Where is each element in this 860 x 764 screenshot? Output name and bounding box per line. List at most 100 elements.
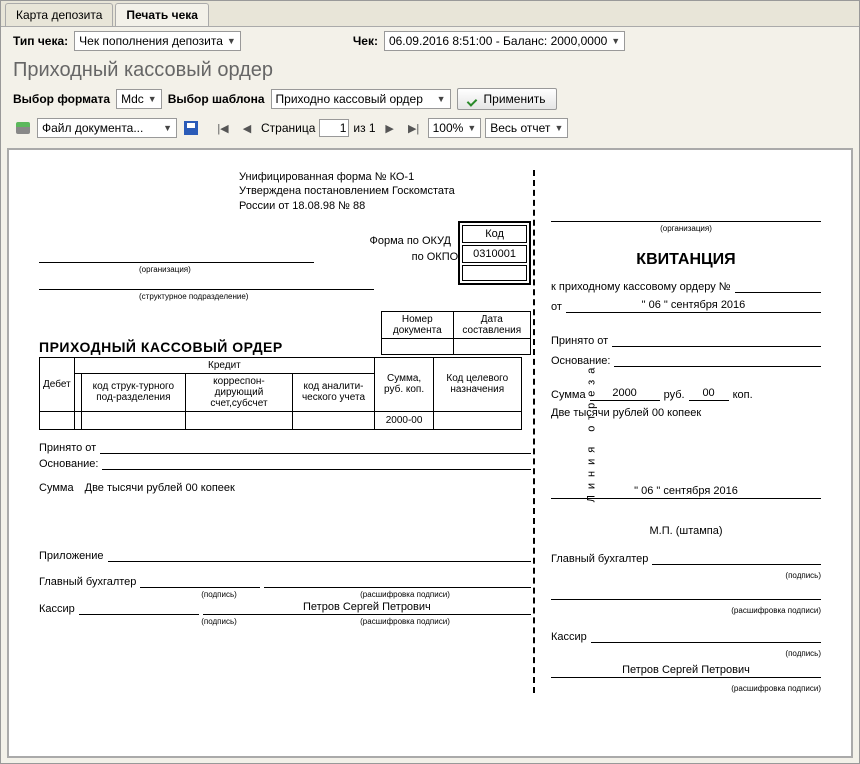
print-button[interactable] [13, 118, 33, 138]
document-preview[interactable]: Унифицированная форма № КО-1 Утверждена … [7, 148, 853, 758]
basis-label: Основание: [39, 458, 98, 470]
sum-words: Две тысячи рублей 00 копеек [85, 482, 235, 494]
num-doc-header: Номер документа [382, 311, 454, 338]
attachment-label: Приложение [39, 550, 104, 562]
report-scope-select[interactable]: Весь отчет ▼ [485, 118, 568, 138]
page-of-label: из 1 [353, 121, 375, 135]
sig-decode-caption: (расшифровка подписи) [279, 590, 531, 599]
template-label: Выбор шаблона [168, 92, 265, 106]
r-signature: (подпись) [551, 571, 821, 580]
col-credit: Кредит [74, 357, 374, 373]
next-page-button[interactable]: ▶ [380, 118, 400, 138]
kod-header: Код [462, 225, 527, 243]
check-value: 06.09.2016 8:51:00 - Баланс: 2000,0000 [389, 34, 607, 48]
format-select[interactable]: Mdc ▼ [116, 89, 162, 109]
format-row: Выбор формата Mdc ▼ Выбор шаблона Приход… [1, 84, 859, 114]
date-created-header: Дата составления [453, 311, 530, 338]
tab-deposit-card[interactable]: Карта депозита [5, 3, 113, 26]
r-stamp: М.П. (штампа) [551, 525, 821, 537]
template-select[interactable]: Приходно кассовый ордер ▼ [271, 89, 451, 109]
format-value: Mdc [121, 92, 144, 106]
organization-line [39, 249, 314, 263]
zoom-value: 100% [433, 121, 464, 135]
r-cashier-name: Петров Сергей Петрович [551, 664, 821, 678]
last-page-button[interactable]: ▶| [404, 118, 424, 138]
po-okpo-label: по ОКПО [318, 251, 458, 263]
r-organization-caption: (организация) [551, 224, 821, 233]
chief-acc-label: Главный бухгалтер [39, 576, 136, 588]
chevron-down-icon: ▼ [554, 123, 563, 133]
r-sig-decode: (расшифровка подписи) [551, 606, 821, 615]
signature-caption: (подпись) [159, 590, 279, 599]
receipt-title: КВИТАНЦИЯ [551, 251, 821, 269]
check-select[interactable]: 06.09.2016 8:51:00 - Баланс: 2000,0000 ▼ [384, 31, 625, 51]
check-type-value: Чек пополнения депозита [79, 34, 223, 48]
cashier-label: Кассир [39, 603, 75, 615]
apply-button[interactable]: Применить [457, 88, 557, 110]
signature-caption2: (подпись) [159, 617, 279, 626]
r-basis: Основание: [551, 355, 610, 367]
col-purpose: Код целевого назначения [434, 357, 521, 411]
col-code-struct: код струк-турного под-разделения [81, 373, 185, 411]
order-form: Унифицированная форма № КО-1 Утверждена … [39, 170, 531, 693]
chevron-down-icon: ▼ [467, 123, 476, 133]
r-kop: коп. [733, 389, 753, 401]
chevron-down-icon: ▼ [611, 36, 620, 46]
sum-label: Сумма [39, 482, 74, 494]
kod-table: Код 0310001 [458, 221, 531, 285]
report-scope-value: Весь отчет [490, 121, 550, 135]
check-type-select[interactable]: Чек пополнения депозита ▼ [74, 31, 241, 51]
save-button[interactable] [181, 118, 201, 138]
col-debit: Дебет [40, 357, 75, 411]
r-cashier: Кассир [551, 631, 587, 643]
document-content: Унифицированная форма № КО-1 Утверждена … [39, 170, 821, 693]
prev-page-button[interactable]: ◀ [237, 118, 257, 138]
check-label: Чек: [353, 34, 378, 48]
sig-decode-caption2: (расшифровка подписи) [279, 617, 531, 626]
floppy-icon [184, 121, 198, 135]
chevron-down-icon: ▼ [227, 36, 236, 46]
file-document-select[interactable]: Файл документа... ▼ [37, 118, 177, 138]
cashier-name: Петров Сергей Петрович [203, 601, 531, 615]
r-sig-decode2: (расшифровка подписи) [551, 684, 821, 693]
cut-line [533, 170, 535, 693]
page-label: Страница [261, 121, 315, 135]
col-analyt: код аналити-ческого учета [292, 373, 374, 411]
cell-sum: 2000-00 [375, 411, 434, 429]
r-sum-value: 2000 [590, 387, 660, 401]
r-signature2: (подпись) [551, 649, 821, 658]
file-document-label: Файл документа... [42, 121, 143, 135]
r-kop-value: 00 [689, 387, 729, 401]
first-page-button[interactable]: |◀ [213, 118, 233, 138]
r-accepted-from: Принято от [551, 335, 608, 347]
approved-line: Утверждена постановлением Госкомстата [239, 184, 531, 198]
chevron-down-icon: ▼ [148, 94, 157, 104]
struct-unit-caption: (структурное подразделение) [39, 292, 531, 301]
printer-icon [16, 122, 30, 134]
tab-print-check[interactable]: Печать чека [115, 3, 209, 26]
report-toolbar: Файл документа... ▼ |◀ ◀ Страница из 1 ▶… [1, 114, 859, 142]
tabs-bar: Карта депозита Печать чека [1, 1, 859, 27]
receipt-form: Линия отреза (организация) КВИТАНЦИЯ к п… [551, 170, 821, 693]
r-from: от [551, 301, 562, 313]
chevron-down-icon: ▼ [437, 94, 446, 104]
struct-unit-line [39, 276, 374, 290]
cut-line-label: Линия отреза [585, 361, 597, 502]
main-table: Дебет Кредит Сумма, руб. коп. Код целево… [39, 357, 531, 430]
check-type-label: Тип чека: [13, 34, 68, 48]
r-rub: руб. [664, 389, 685, 401]
check-row: Тип чека: Чек пополнения депозита ▼ Чек:… [1, 27, 859, 55]
page-input[interactable] [319, 119, 349, 137]
zoom-select[interactable]: 100% ▼ [428, 118, 482, 138]
r-sum-label: Сумма [551, 389, 586, 401]
approved-line2: России от 18.08.98 № 88 [239, 199, 531, 213]
window: Карта депозита Печать чека Тип чека: Чек… [0, 0, 860, 764]
col-corr: корреспон-дирующий счет,субсчет [186, 373, 293, 411]
unif-form-line: Унифицированная форма № КО-1 [239, 170, 531, 184]
okud-value: 0310001 [462, 245, 527, 263]
r-to-order: к приходному кассовому ордеру № [551, 281, 731, 293]
chevron-down-icon: ▼ [163, 123, 172, 133]
format-label: Выбор формата [13, 92, 110, 106]
check-icon [468, 93, 480, 105]
col-sum: Сумма, руб. коп. [375, 357, 434, 411]
